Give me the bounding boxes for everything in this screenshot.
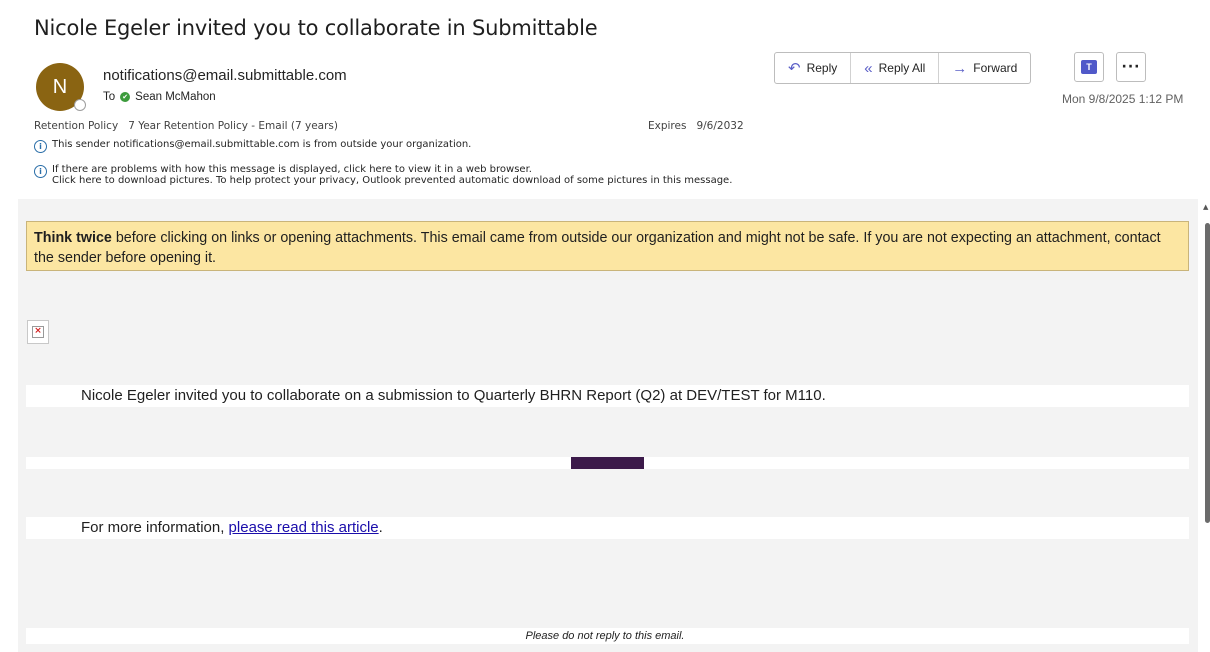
reply-all-button[interactable]: « Reply All bbox=[851, 53, 940, 83]
reply-arrow-icon: ↶ bbox=[788, 60, 801, 77]
info-icon: i bbox=[34, 140, 47, 153]
download-pictures-text[interactable]: Click here to download pictures. To help… bbox=[52, 175, 732, 186]
warning-bold-text: Think twice bbox=[34, 230, 112, 246]
retention-policy: Retention Policy 7 Year Retention Policy… bbox=[34, 120, 338, 132]
reply-all-label: Reply All bbox=[878, 61, 926, 75]
teams-icon: T bbox=[1081, 60, 1097, 74]
reply-actions-group: ↶ Reply « Reply All → Forward bbox=[774, 52, 1032, 84]
broken-image-icon[interactable]: × bbox=[27, 320, 49, 344]
available-status-icon: ✔ bbox=[120, 92, 131, 102]
recipient-name[interactable]: Sean McMahon bbox=[135, 91, 216, 103]
scroll-thumb[interactable] bbox=[1205, 223, 1210, 523]
sender-email[interactable]: notifications@email.submittable.com bbox=[103, 67, 347, 84]
info-icon: i bbox=[34, 165, 47, 178]
email-subject: Nicole Egeler invited you to collaborate… bbox=[34, 16, 598, 40]
expires-label: Expires bbox=[648, 120, 687, 132]
reply-label: Reply bbox=[806, 61, 838, 75]
teams-share-button[interactable]: T bbox=[1074, 52, 1104, 82]
display-problem-text[interactable]: If there are problems with how this mess… bbox=[52, 164, 732, 175]
more-info-suffix: . bbox=[378, 519, 383, 536]
forward-arrow-icon: → bbox=[952, 59, 968, 77]
accent-button-bar[interactable] bbox=[571, 457, 644, 469]
body-scrollbar[interactable]: ▲ bbox=[1203, 199, 1210, 652]
scroll-up-icon[interactable]: ▲ bbox=[1203, 203, 1208, 211]
sent-date: Mon 9/8/2025 1:12 PM bbox=[1062, 92, 1184, 106]
retention-value[interactable]: 7 Year Retention Policy - Email (7 years… bbox=[128, 120, 338, 132]
to-label: To bbox=[103, 91, 116, 103]
forward-label: Forward bbox=[973, 61, 1018, 75]
read-article-link[interactable]: please read this article bbox=[229, 519, 379, 536]
retention-label: Retention Policy bbox=[34, 120, 119, 132]
presence-status-icon bbox=[74, 99, 86, 111]
external-sender-text: This sender notifications@email.submitta… bbox=[52, 139, 472, 150]
external-warning-banner: Think twice before clicking on links or … bbox=[26, 221, 1189, 271]
retention-expiry: Expires 9/6/2032 bbox=[648, 120, 744, 132]
no-reply-footer: Please do not reply to this email. bbox=[525, 630, 685, 642]
reply-all-arrow-icon: « bbox=[864, 59, 873, 77]
avatar-initial: N bbox=[52, 75, 68, 98]
more-info-text: For more information, please read this a… bbox=[81, 519, 383, 536]
invite-text: Nicole Egeler invited you to collaborate… bbox=[81, 387, 826, 404]
more-info-prefix: For more information, bbox=[81, 519, 229, 536]
forward-button[interactable]: → Forward bbox=[939, 53, 1030, 83]
external-sender-notice: i This sender notifications@email.submit… bbox=[34, 139, 471, 153]
expires-value: 9/6/2032 bbox=[696, 120, 744, 132]
display-problem-notice[interactable]: i If there are problems with how this me… bbox=[34, 164, 732, 186]
warning-text: before clicking on links or opening atta… bbox=[34, 230, 1161, 266]
recipient-line: To ✔ Sean McMahon bbox=[103, 91, 216, 103]
more-actions-button[interactable]: ··· bbox=[1116, 52, 1146, 82]
reply-button[interactable]: ↶ Reply bbox=[775, 53, 852, 83]
